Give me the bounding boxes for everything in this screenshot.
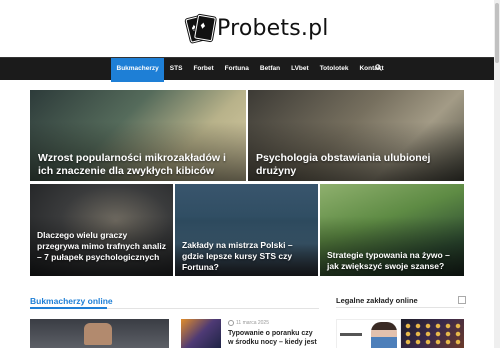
nav-item-sts[interactable]: STS — [164, 58, 188, 80]
featured-post-1[interactable]: Wzrost popularności mikrozakładów i ich … — [30, 90, 246, 181]
rss-icon[interactable] — [458, 296, 466, 304]
featured-post-3[interactable]: Dlaczego wielu graczy przegrywa mimo tra… — [30, 184, 173, 276]
page: ♠ ♦ Probets.pl Bukmacherzy STS Forbet Fo… — [0, 0, 494, 348]
nav-item-bukmacherzy[interactable]: Bukmacherzy — [111, 58, 165, 82]
nav-item-lvbet[interactable]: LVbet — [286, 58, 315, 80]
scrollbar-thumb[interactable] — [495, 3, 499, 63]
site-logo[interactable]: ♠ ♦ Probets.pl — [185, 14, 329, 43]
section-heading[interactable]: Bukmacherzy online — [30, 296, 319, 306]
featured-title[interactable]: Strategie typowania na żywo – jak zwięks… — [327, 250, 459, 272]
featured-title[interactable]: Wzrost popularności mikrozakładów i ich … — [38, 152, 238, 179]
featured-post-2[interactable]: Psychologia obstawiania ulubionej drużyn… — [248, 90, 464, 181]
main-nav: Bukmacherzy STS Forbet Fortuna Betfan LV… — [0, 57, 494, 82]
nav-item-forbet[interactable]: Forbet — [188, 58, 219, 80]
featured-post-4[interactable]: Zakłady na mistrza Polski – gdzie lepsze… — [175, 184, 318, 276]
widget-ad-image-2[interactable] — [401, 319, 464, 348]
featured-title[interactable]: Dlaczego wielu graczy przegrywa mimo tra… — [37, 230, 167, 263]
section-legalne-zaklady: Legalne zakłady online — [336, 296, 466, 308]
nav-item-totolotek[interactable]: Totolotek — [314, 58, 354, 80]
widget-ad-image-1[interactable] — [336, 319, 401, 348]
featured-title[interactable]: Psychologia obstawiania ulubionej drużyn… — [256, 152, 456, 179]
section-bukmacherzy-online: Bukmacherzy online — [30, 296, 319, 309]
nav-item-betfan[interactable]: Betfan — [254, 58, 285, 80]
scrollbar[interactable] — [494, 0, 500, 348]
post-thumbnail-large[interactable] — [30, 319, 169, 348]
site-name: Probets.pl — [217, 15, 329, 41]
post-title[interactable]: Typowanie o poranku czy w środku nocy – … — [228, 329, 320, 348]
site-header: ♠ ♦ Probets.pl — [0, 0, 494, 57]
playing-cards-icon: ♠ ♦ — [185, 14, 216, 43]
featured-title[interactable]: Zakłady na mistrza Polski – gdzie lepsze… — [182, 240, 312, 273]
search-icon[interactable] — [375, 64, 382, 71]
widget-heading: Legalne zakłady online — [336, 296, 418, 305]
nav-item-kontakt[interactable]: Kontakt — [354, 58, 389, 80]
post-thumbnail-small[interactable] — [181, 319, 221, 348]
post-date-text: 11 marca 2025 — [236, 320, 269, 326]
clock-icon — [228, 320, 234, 326]
post-date: 11 marca 2025 — [228, 320, 269, 326]
nav-item-fortuna[interactable]: Fortuna — [219, 58, 254, 80]
featured-post-5[interactable]: Strategie typowania na żywo – jak zwięks… — [320, 184, 464, 276]
